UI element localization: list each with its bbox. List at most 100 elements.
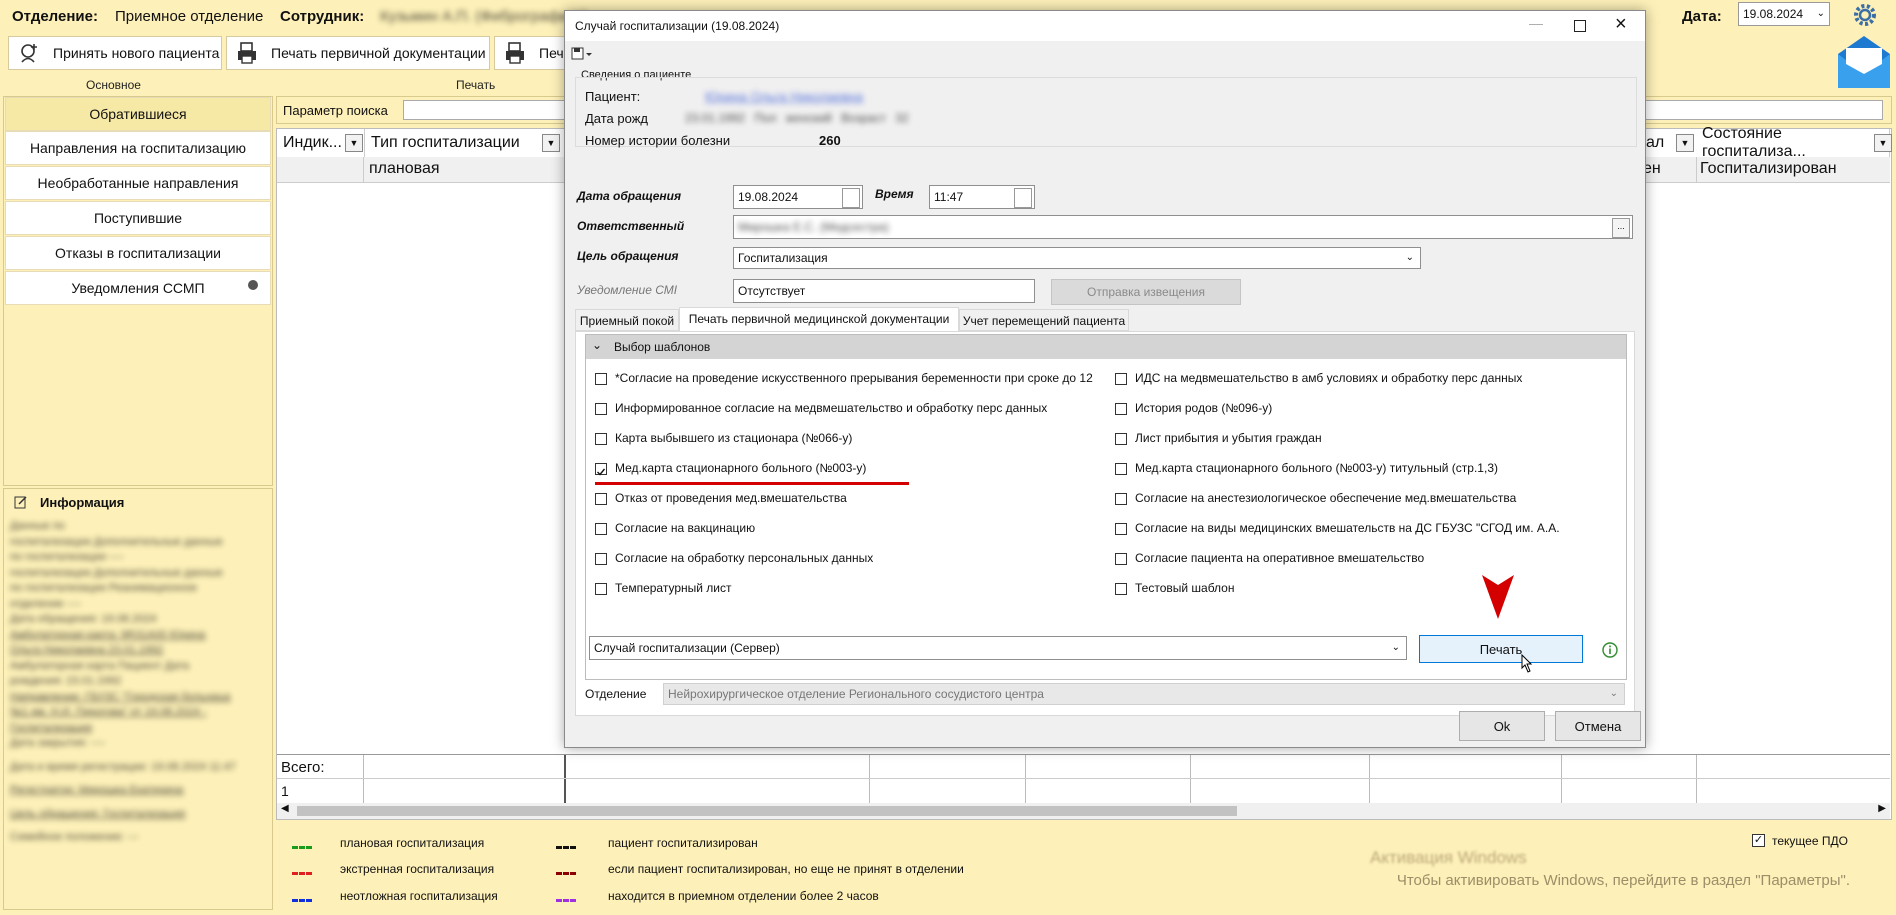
checkbox[interactable] bbox=[1115, 523, 1127, 535]
checkbox[interactable] bbox=[1115, 553, 1127, 565]
dialog-title: Случай госпитализации (19.08.2024) bbox=[575, 19, 780, 33]
print-more-button[interactable]: Печ bbox=[494, 36, 566, 70]
date-label: Дата: bbox=[1682, 8, 1722, 25]
info-icon[interactable] bbox=[1602, 642, 1618, 658]
checkbox[interactable] bbox=[595, 403, 607, 415]
print-button-label: Печать bbox=[1479, 641, 1523, 657]
date-label: Дата обращения bbox=[577, 189, 682, 203]
info-line[interactable]: Направление: ГБУЗС "Городская больница bbox=[10, 690, 260, 706]
ok-button[interactable]: Ok bbox=[1459, 711, 1545, 741]
template-label: Карта выбывшего из стационара (№066-у) bbox=[615, 431, 853, 445]
info-title: Информация bbox=[40, 495, 125, 510]
checkbox[interactable] bbox=[1115, 403, 1127, 415]
filter-icon[interactable]: ▼ bbox=[1676, 134, 1694, 152]
close-icon[interactable]: × bbox=[1615, 13, 1627, 36]
save-menu-button[interactable] bbox=[571, 47, 593, 61]
current-pdo-checkbox[interactable]: ✓ bbox=[1752, 834, 1765, 847]
filter-icon[interactable]: ▼ bbox=[345, 134, 363, 152]
nav-item-referrals[interactable]: Направления на госпитализацию bbox=[5, 131, 271, 165]
info-line[interactable]: Амбулаторная карта: 9R31A00 Юрина bbox=[10, 628, 260, 644]
checkbox-checked[interactable] bbox=[595, 463, 607, 476]
chevron-down-icon: ⌄ bbox=[1391, 642, 1400, 653]
checkbox[interactable] bbox=[1115, 433, 1127, 445]
col-header-type[interactable]: Тип госпитализации bbox=[365, 129, 565, 157]
info-line[interactable]: Госпитализация bbox=[10, 721, 260, 737]
staff-value: Кузьмин А.П. (Фибрографист) bbox=[380, 8, 588, 25]
checkbox[interactable] bbox=[595, 523, 607, 535]
date-picker[interactable]: 19.08.2024 ⌄ bbox=[1738, 2, 1830, 26]
horizontal-scrollbar[interactable]: ◀ ▶ bbox=[277, 803, 1890, 819]
cell-state: Госпитализирован bbox=[1700, 160, 1837, 177]
history-label: Номер истории болезни bbox=[585, 133, 731, 148]
calendar-icon[interactable] bbox=[842, 188, 860, 208]
col-header-state[interactable]: Состояние госпитализа... bbox=[1696, 125, 1890, 160]
col-header-label: ал bbox=[1646, 134, 1665, 151]
mail-app-icon bbox=[1838, 36, 1890, 88]
responsible-field[interactable]: Мирошка Е.С. (Медсестра) ... bbox=[733, 215, 1633, 239]
search-label: Параметр поиска bbox=[283, 103, 388, 118]
tab-movements[interactable]: Учет перемещений пациента bbox=[959, 309, 1129, 331]
checkbox[interactable] bbox=[595, 493, 607, 505]
info-line: Дата закрытия: ---- bbox=[10, 737, 106, 749]
filter-icon[interactable]: ▼ bbox=[1874, 134, 1892, 152]
info-line[interactable]: Регистратор: Мирошка Екатерина bbox=[10, 783, 260, 799]
nav-item-unprocessed[interactable]: Необработанные направления bbox=[5, 166, 271, 200]
checkbox[interactable] bbox=[1115, 583, 1127, 595]
info-line[interactable]: №1 им. Н.И. Пирогова" от 19.08.2024 - bbox=[10, 705, 260, 721]
legend-swatch-hospitalized bbox=[556, 846, 576, 849]
gear-icon[interactable] bbox=[1852, 2, 1878, 28]
totals-row: Всего: 1 bbox=[277, 754, 1890, 803]
legend-swatch-planned bbox=[292, 846, 312, 849]
send-notification-button[interactable]: Отправка извещения bbox=[1051, 279, 1241, 305]
print-primary-button[interactable]: Печать первичной документации bbox=[226, 36, 490, 70]
nav-item-refusals[interactable]: Отказы в госпитализации bbox=[5, 236, 271, 270]
chevron-left-icon[interactable]: ◀ bbox=[281, 803, 289, 814]
info-line[interactable]: Цель обращения: Госпитализация bbox=[10, 807, 260, 823]
cell-type: плановая bbox=[369, 160, 440, 177]
filter-icon[interactable]: ▼ bbox=[542, 134, 560, 152]
checkbox[interactable] bbox=[595, 553, 607, 565]
ellipsis-icon[interactable]: ... bbox=[1612, 218, 1630, 238]
info-line: по госпитализации Реанимационное bbox=[10, 582, 197, 594]
checkbox[interactable] bbox=[595, 373, 607, 385]
templates-group bbox=[585, 334, 1627, 680]
time-field[interactable]: 11:47 bbox=[929, 185, 1035, 209]
history-value: 260 bbox=[819, 133, 841, 148]
cancel-button[interactable]: Отмена bbox=[1555, 711, 1641, 741]
checkbox[interactable] bbox=[1115, 373, 1127, 385]
new-patient-button[interactable]: Принять нового пациента bbox=[8, 36, 222, 70]
checkbox[interactable] bbox=[1115, 493, 1127, 505]
checkbox[interactable] bbox=[595, 433, 607, 445]
templates-header[interactable]: ⌄ Выбор шаблонов bbox=[586, 335, 1626, 359]
goal-select[interactable]: Госпитализация ⌄ bbox=[733, 247, 1421, 269]
nav-item-label: Направления на госпитализацию bbox=[29, 140, 247, 156]
highlight-underline bbox=[595, 482, 909, 485]
dialog-dept-select[interactable]: Нейрохирургическое отделение Регионально… bbox=[663, 683, 1625, 705]
source-select[interactable]: Случай госпитализации (Сервер) ⌄ bbox=[589, 636, 1407, 660]
clock-icon[interactable] bbox=[1014, 188, 1032, 208]
staff-label: Сотрудник: bbox=[280, 8, 365, 25]
notify-value: Отсутствует bbox=[738, 284, 806, 298]
date-field[interactable]: 19.08.2024 bbox=[733, 185, 863, 209]
nav-item-admitted[interactable]: Поступившие bbox=[5, 201, 271, 235]
legend-emergency: экстренная госпитализация bbox=[340, 862, 495, 876]
checkbox[interactable] bbox=[1115, 463, 1127, 475]
maximize-icon[interactable] bbox=[1574, 20, 1586, 32]
legend-swatch-not-accepted bbox=[556, 872, 576, 875]
checkbox[interactable] bbox=[595, 583, 607, 595]
nav-item-notifications[interactable]: Уведомления ССМП bbox=[5, 271, 271, 305]
tab-reception[interactable]: Приемный покой bbox=[575, 309, 679, 331]
print-button[interactable]: Печать bbox=[1419, 635, 1583, 663]
watermark-text: Чтобы активировать Windows, перейдите в … bbox=[1396, 872, 1850, 889]
save-icon bbox=[571, 47, 592, 60]
patient-label: Пациент: bbox=[585, 89, 641, 104]
info-line: госпитализации Дополнительные данные bbox=[10, 535, 223, 548]
chevron-right-icon[interactable]: ▶ bbox=[1878, 803, 1886, 814]
patient-link[interactable]: Юрина Ольга Николаевна bbox=[705, 89, 863, 104]
scrollbar-thumb[interactable] bbox=[297, 806, 1237, 816]
nav-item-applied[interactable]: Обратившиеся bbox=[5, 97, 271, 131]
info-line[interactable]: Ольга Николаевна 23.01.1992 bbox=[10, 643, 260, 659]
minimize-icon[interactable]: — bbox=[1529, 15, 1543, 31]
tab-print-docs[interactable]: Печать первичной медицинской документаци… bbox=[679, 307, 959, 332]
legend-swatch-urgent bbox=[292, 899, 312, 902]
